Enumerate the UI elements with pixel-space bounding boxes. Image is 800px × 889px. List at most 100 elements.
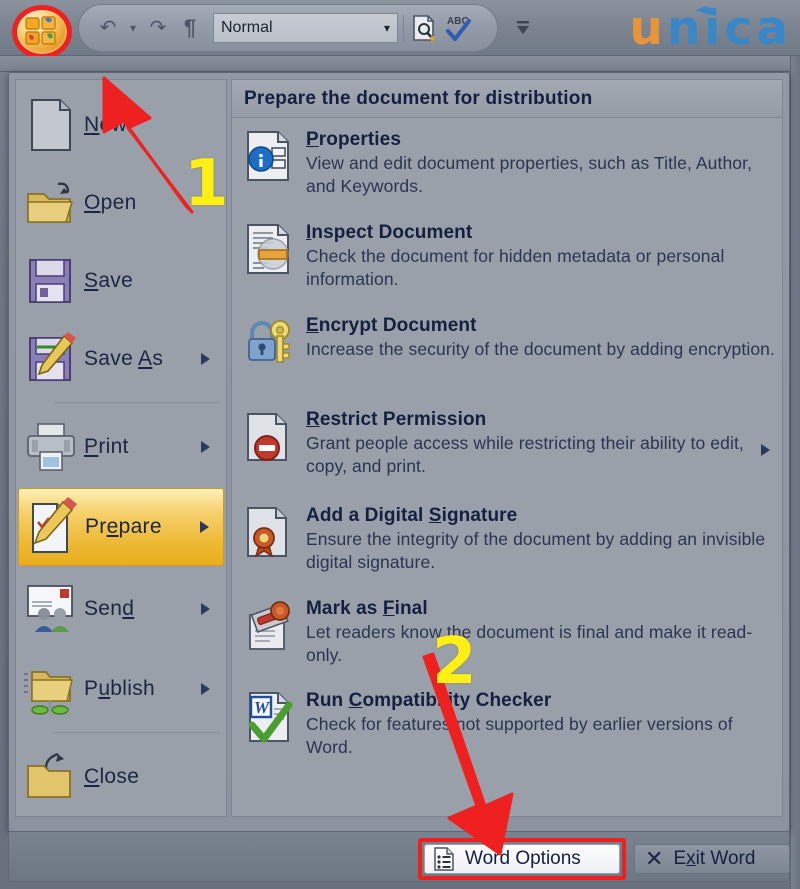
prepare-item-properties[interactable]: Properties View and edit document proper…: [236, 124, 780, 198]
menu-item-new[interactable]: New: [18, 86, 224, 164]
prepare-item-encrypt-document[interactable]: Encrypt Document Increase the security o…: [236, 310, 780, 370]
graduation-cap-icon: [696, 6, 717, 16]
menu-divider-1: [54, 402, 220, 403]
undo-glyph: ↶: [99, 17, 117, 39]
menu-item-new-label: New: [84, 113, 127, 136]
undo-dropdown-glyph: ▾: [129, 21, 137, 35]
prepare-item-restrict-desc: Grant people access while restricting th…: [306, 433, 744, 476]
menu-item-publish[interactable]: Publish: [18, 650, 224, 728]
menu-item-open[interactable]: Open: [18, 164, 224, 242]
chevron-right-icon: [200, 521, 209, 533]
word-application-window: ↶ ▾ ↷ ¶ Normal ▾ ABC unica New Open Save…: [0, 0, 800, 889]
restrict-permission-icon: [242, 408, 298, 464]
redo-icon[interactable]: ↷: [143, 11, 173, 45]
print-preview-glyph: [413, 15, 435, 41]
compatibility-checker-icon: W: [242, 689, 298, 745]
printer-icon: [18, 416, 84, 478]
prepare-item-digital-signature[interactable]: Add a Digital Signature Ensure the integ…: [236, 500, 780, 574]
menu-item-send[interactable]: Send: [18, 570, 224, 648]
style-dropdown-value: Normal: [221, 19, 273, 36]
chevron-right-icon: [201, 353, 210, 365]
chevron-right-icon: [201, 441, 210, 453]
prepare-item-digital-signature-desc: Ensure the integrity of the document by …: [306, 529, 766, 572]
prepare-item-mark-final-desc: Let readers know the document is final a…: [306, 622, 753, 665]
office-orb-glyph: [25, 16, 56, 45]
spelling-grammar-icon[interactable]: ABC: [441, 11, 475, 45]
pilcrow-glyph: ¶: [183, 15, 197, 40]
chevron-right-icon: [201, 603, 210, 615]
prepare-item-mark-as-final[interactable]: Mark as Final Let readers know the docum…: [236, 593, 780, 667]
encrypt-lock-key-icon: [242, 314, 298, 370]
close-folder-icon: [18, 746, 84, 808]
prepare-item-digital-signature-title: Add a Digital Signature: [306, 505, 518, 526]
print-preview-icon[interactable]: [409, 11, 439, 45]
menu-item-close[interactable]: Close: [18, 738, 224, 816]
prepare-item-inspect-desc: Check the document for hidden metadata o…: [306, 246, 725, 289]
menu-item-send-label: Send: [84, 597, 135, 620]
close-x-icon: ✕: [645, 846, 664, 871]
prepare-item-inspect-document[interactable]: Inspect Document Check the document for …: [236, 217, 780, 291]
chevron-right-icon: [201, 683, 210, 695]
exit-word-label: Exit Word: [673, 848, 756, 869]
menu-item-save-as-label: Save As: [84, 347, 164, 370]
prepare-item-properties-title: Properties: [306, 129, 401, 150]
customize-quick-access-icon[interactable]: [512, 16, 534, 40]
prepare-item-encrypt-desc: Increase the security of the document by…: [306, 339, 775, 359]
title-bar: ↶ ▾ ↷ ¶ Normal ▾ ABC unica: [0, 0, 800, 59]
exit-word-button[interactable]: ✕ Exit Word: [634, 844, 790, 874]
menu-item-save-as[interactable]: Save As: [18, 320, 224, 398]
prepare-icon: [19, 496, 85, 558]
prepare-item-restrict-title: Restrict Permission: [306, 409, 487, 430]
menu-item-prepare-label: Prepare: [85, 515, 162, 538]
menu-item-save-label: Save: [84, 269, 134, 292]
menu-item-open-label: Open: [84, 191, 137, 214]
office-button[interactable]: [8, 4, 74, 60]
open-folder-icon: [18, 172, 84, 234]
menu-item-print-label: Print: [84, 435, 129, 458]
prepare-submenu-panel: Prepare the document for distribution Pr…: [231, 79, 783, 817]
prepare-item-compatibility-title: Run Compatibility Checker: [306, 690, 552, 711]
office-menu-left-column: New Open Save Save As Print Prepare Send…: [15, 79, 227, 817]
inspect-document-icon: [242, 221, 298, 277]
mark-as-final-icon: [242, 597, 298, 653]
word-options-highlight-annotation: [418, 838, 626, 880]
menu-item-prepare[interactable]: Prepare: [18, 488, 224, 566]
prepare-item-properties-desc: View and edit document properties, such …: [306, 153, 753, 196]
redo-glyph: ↷: [149, 17, 167, 39]
prepare-item-restrict-permission[interactable]: Restrict Permission Grant people access …: [236, 404, 780, 478]
prepare-item-inspect-title: Inspect Document: [306, 222, 473, 243]
quick-access-toolbar[interactable]: ↶ ▾ ↷ ¶ Normal ▾ ABC: [78, 4, 498, 52]
publish-icon: [18, 658, 84, 720]
undo-icon[interactable]: ↶: [93, 11, 123, 45]
office-orb-icon[interactable]: [16, 8, 68, 54]
menu-divider-2: [54, 732, 220, 733]
menu-item-close-label: Close: [84, 765, 140, 788]
menu-item-save[interactable]: Save: [18, 242, 224, 320]
unica-logo: unica: [629, 2, 792, 56]
window-right-edge: [790, 56, 800, 889]
office-menu-popup: New Open Save Save As Print Prepare Send…: [8, 72, 790, 832]
toolbar-divider: [403, 15, 404, 41]
undo-dropdown-icon[interactable]: ▾: [125, 11, 141, 45]
unica-logo-rest: nica: [666, 1, 792, 56]
style-dropdown[interactable]: Normal ▾: [213, 13, 398, 43]
pilcrow-icon[interactable]: ¶: [175, 11, 205, 45]
qat-more-glyph: [517, 21, 529, 34]
properties-icon: [242, 128, 298, 184]
prepare-item-compatibility-desc: Check for features not supported by earl…: [306, 714, 733, 757]
digital-signature-icon: [242, 504, 298, 560]
chevron-right-icon: [761, 444, 770, 456]
send-envelope-icon: [18, 578, 84, 640]
menu-item-print[interactable]: Print: [18, 408, 224, 486]
save-as-icon: [18, 328, 84, 390]
new-document-icon: [18, 94, 84, 156]
prepare-panel-header: Prepare the document for distribution: [232, 80, 782, 118]
prepare-item-encrypt-title: Encrypt Document: [306, 315, 477, 336]
save-floppy-icon: [18, 250, 84, 312]
spelling-check-glyph: ABC: [446, 16, 471, 41]
prepare-item-mark-final-title: Mark as Final: [306, 598, 428, 619]
chevron-down-icon: ▾: [383, 21, 390, 35]
prepare-item-compatibility-checker[interactable]: W Run Compatibility Checker Check for fe…: [236, 685, 780, 759]
unica-logo-u: u: [629, 1, 667, 56]
menu-item-publish-label: Publish: [84, 677, 155, 700]
